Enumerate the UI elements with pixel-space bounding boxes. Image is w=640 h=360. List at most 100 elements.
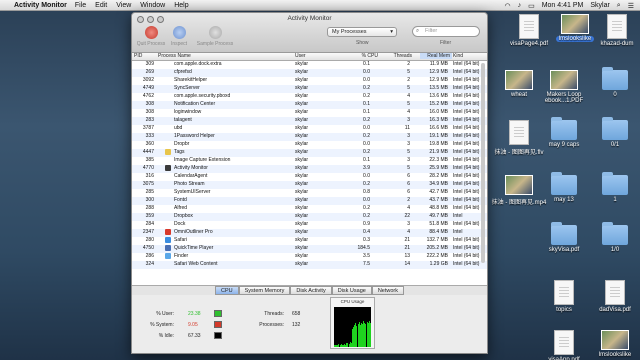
real-mem-cell: 51.8 MB <box>429 221 448 227</box>
desktop-icon[interactable]: lmslookslike <box>586 330 640 358</box>
notification-center-icon[interactable]: ☰ <box>628 2 634 10</box>
pid-cell: 360 <box>145 141 154 147</box>
menu-view[interactable]: View <box>116 2 131 9</box>
table-row[interactable]: 284 Dock skylar 0.9 3 51.8 MB Intel (64 bit) <box>132 221 487 229</box>
sample-process-button[interactable]: Sample Process <box>194 26 236 47</box>
table-row[interactable]: 324 Safari Web Content skylar 7.5 14 1.29 GB I… <box>132 261 487 269</box>
table-row[interactable]: 300 Fontd skylar 0.0 2 43.7 MB Intel (64 bit) <box>132 197 487 205</box>
cpu-cell: 0.2 <box>363 93 370 99</box>
table-row[interactable]: 4447 Tags skylar 0.2 5 21.9 MB Intel (64 bit) <box>132 149 487 157</box>
inspect-button[interactable]: Inspect <box>162 26 196 47</box>
desktop-icon[interactable]: 0 <box>586 67 640 98</box>
column-user[interactable]: User <box>295 53 306 59</box>
desktop-icon[interactable]: khazad-dum <box>588 14 640 47</box>
desktop-icon[interactable]: 1 <box>586 172 640 203</box>
app-menu[interactable]: Activity Monitor <box>14 2 67 9</box>
threads-cell: 5 <box>407 101 410 107</box>
menu-edit[interactable]: Edit <box>95 2 107 9</box>
kind-cell: Intel (64 bit) <box>453 205 480 211</box>
cpu-usage-plot <box>334 307 371 347</box>
tab-disk-usage[interactable]: Disk Usage <box>331 286 372 295</box>
user-cell: skylar <box>295 85 309 91</box>
desktop-icon[interactable]: visaApp.pdf <box>535 330 593 360</box>
real-mem-cell: 12.9 MB <box>429 77 448 83</box>
idle-color-swatch[interactable] <box>214 332 222 339</box>
tab-cpu[interactable]: CPU <box>215 286 239 295</box>
threads-cell: 6 <box>407 173 410 179</box>
user-color-swatch[interactable] <box>214 310 222 317</box>
table-row[interactable]: 269 cfprefsd skylar 0.0 5 12.9 MB Intel (64 bi… <box>132 69 487 77</box>
kind-cell: Intel (64 bit) <box>453 101 480 107</box>
column-pid[interactable]: PID <box>134 53 154 59</box>
desktop-icon-label: may 13 <box>554 197 574 203</box>
table-row[interactable]: 4770 Activity Monitor skylar 3.9 5 25.9 MB Int… <box>132 165 487 173</box>
table-row[interactable]: 4762 com.apple.security.pboxd skylar 0.2 4 13… <box>132 93 487 101</box>
desktop-icon[interactable]: 0/1 <box>586 117 640 148</box>
table-row[interactable]: 280 Safari skylar 0.3 21 132.7 MB Intel (64 bi… <box>132 237 487 245</box>
table-row[interactable]: 2347 OmniOutliner Pro skylar 0.4 4 88.4 MB Int… <box>132 229 487 237</box>
table-row[interactable]: 333 1Password Helper skylar 0.2 3 19.1 MB Inte… <box>132 133 487 141</box>
table-row[interactable]: 4750 QuickTime Player skylar 184.5 21 205.2 M… <box>132 245 487 253</box>
kind-cell: Intel (64 bit) <box>453 69 480 75</box>
table-row[interactable]: 286 Finder skylar 3.5 13 222.2 MB Intel (64 bi… <box>132 253 487 261</box>
table-row[interactable]: 385 Image Capture Extension skylar 0.1 3 22.3… <box>132 157 487 165</box>
table-row[interactable]: 288 Alfred skylar 0.2 4 48.8 MB Intel (64 bit) <box>132 205 487 213</box>
clock[interactable]: Mon 4:41 PM <box>542 2 584 9</box>
threads-cell: 2 <box>407 77 410 83</box>
folder-icon <box>551 172 577 195</box>
table-row[interactable]: 308 Notification Center skylar 0.1 5 15.2 MB I… <box>132 101 487 109</box>
threads-cell: 22 <box>404 213 410 219</box>
table-row[interactable]: 309 com.apple.dock.extra skylar 0.1 2 11.9 MB… <box>132 61 487 69</box>
filter-input[interactable]: ⌕ Filter <box>412 26 480 37</box>
kind-cell: Intel (64 bit) <box>453 189 480 195</box>
process-name-cell: com.apple.security.pboxd <box>174 93 231 99</box>
tab-disk-activity[interactable]: Disk Activity <box>290 286 332 295</box>
desktop-icon[interactable]: skyVisa.pdf <box>535 222 593 253</box>
table-row[interactable]: 3075 Photo Stream skylar 0.2 6 34.9 MB Intel (… <box>132 181 487 189</box>
column-threads[interactable]: Threads <box>384 53 412 59</box>
table-row[interactable]: 308 loginwindow skylar 0.1 4 16.0 MB Intel (64… <box>132 109 487 117</box>
vertical-scrollbar[interactable] <box>481 63 485 263</box>
column-real-mem[interactable]: Real Mem <box>420 53 452 59</box>
volume-icon[interactable]: ♪ <box>518 2 522 9</box>
column-process-name[interactable]: Process Name <box>158 53 191 59</box>
tab-system-memory[interactable]: System Memory <box>238 286 291 295</box>
desktop-icon[interactable]: may 9 caps <box>535 117 593 148</box>
desktop-icon-label: skyVisa.pdf <box>548 247 580 253</box>
user-cell: skylar <box>295 77 309 83</box>
desktop-icon[interactable]: dadVisa.pdf <box>586 280 640 313</box>
wifi-icon[interactable]: ◠ <box>504 2 510 10</box>
table-row[interactable]: 360 Dropbr skylar 0.0 3 19.8 MB Intel (64 bit) <box>132 141 487 149</box>
user-cell: skylar <box>295 253 309 259</box>
menu-window[interactable]: Window <box>140 2 165 9</box>
show-processes-select[interactable]: My Processes ▾ <box>327 27 397 37</box>
column-cpu[interactable]: % CPU <box>358 53 378 59</box>
cpu-cell: 0.0 <box>363 173 370 179</box>
table-row[interactable]: 3092 SharekitHelper skylar 0.0 2 12.9 MB Intel… <box>132 77 487 85</box>
tab-network[interactable]: Network <box>371 286 404 295</box>
table-row[interactable]: 316 CalendarAgent skylar 0.0 6 28.2 MB Intel (… <box>132 173 487 181</box>
process-name-cell: QuickTime Player <box>174 245 214 251</box>
desktop-icon[interactable]: topics <box>535 280 593 313</box>
menu-help[interactable]: Help <box>174 2 188 9</box>
desktop-icon[interactable]: Makers Loop ebook...1.PDF <box>535 70 593 104</box>
table-row[interactable]: 3787 ubd skylar 0.0 11 16.6 MB Intel (64 bit) <box>132 125 487 133</box>
table-row[interactable]: 359 Dropbox skylar 0.2 22 49.7 MB Intel <box>132 213 487 221</box>
pid-cell: 324 <box>145 261 154 267</box>
desktop-icon[interactable]: 1/0 <box>586 222 640 253</box>
pid-cell: 269 <box>145 69 154 75</box>
user-menu[interactable]: Skylar <box>590 2 609 9</box>
system-color-swatch[interactable] <box>214 321 222 328</box>
desktop-icon[interactable]: may 13 <box>535 172 593 203</box>
real-mem-cell: 16.6 MB <box>429 125 448 131</box>
column-kind[interactable]: Kind <box>453 53 463 59</box>
table-row[interactable]: 283 talagent skylar 0.2 3 16.3 MB Intel (64 bi… <box>132 117 487 125</box>
spotlight-icon[interactable]: ⌕ <box>617 2 621 10</box>
user-cell: skylar <box>295 205 309 211</box>
table-row[interactable]: 4749 SyncServer skylar 0.2 5 13.5 MB Intel (64… <box>132 85 487 93</box>
kind-cell: Intel (64 bit) <box>453 141 480 147</box>
table-row[interactable]: 285 SystemUIServer skylar 0.8 6 42.7 MB Intel … <box>132 189 487 197</box>
menu-file[interactable]: File <box>75 2 86 9</box>
info-icon <box>172 26 186 39</box>
battery-icon[interactable]: ▭ <box>528 2 535 10</box>
